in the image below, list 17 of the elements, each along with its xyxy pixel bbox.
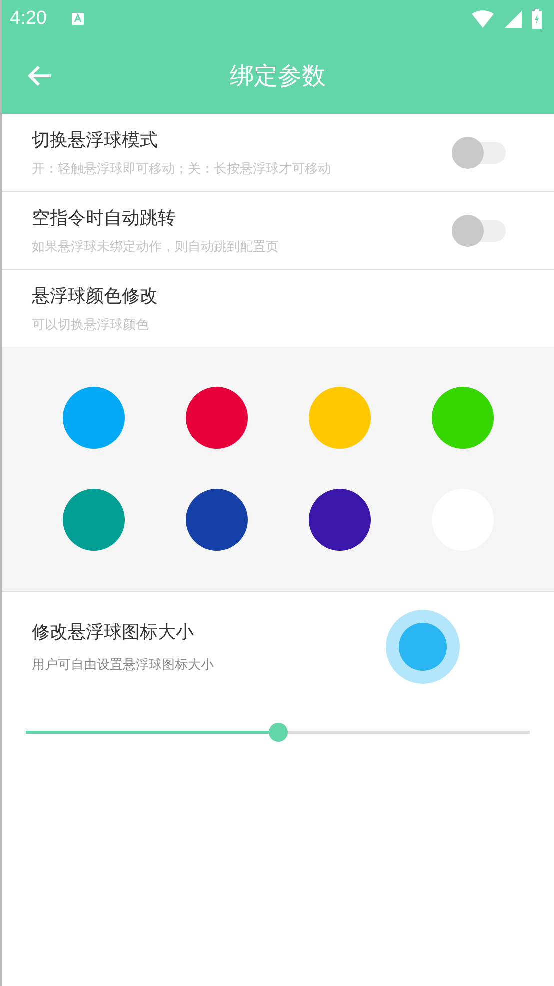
signal-icon (504, 10, 522, 28)
setting-title: 修改悬浮球图标大小 (32, 621, 195, 644)
setting-title: 空指令时自动跳转 (32, 206, 177, 230)
status-time: 4:20 (10, 8, 47, 30)
toggle-switch[interactable] (452, 214, 506, 246)
setting-description: 开：轻触悬浮球即可移动；关：长按悬浮球才可移动 (32, 160, 332, 178)
setting-description: 用户可自由设置悬浮球图标大小 (32, 657, 215, 674)
setting-title: 悬浮球颜色修改 (32, 284, 159, 308)
notification-icon (70, 12, 85, 26)
battery-icon (532, 9, 542, 29)
wifi-icon (472, 10, 494, 28)
size-slider[interactable] (26, 722, 530, 742)
setting-title: 切换悬浮球模式 (32, 128, 159, 152)
setting-description: 可以切换悬浮球颜色 (32, 316, 150, 334)
setting-description: 如果悬浮球未绑定动作，则自动跳到配置页 (32, 238, 280, 256)
toolbar-title: 绑定参数 (230, 61, 326, 92)
toggle-switch[interactable] (452, 136, 506, 168)
